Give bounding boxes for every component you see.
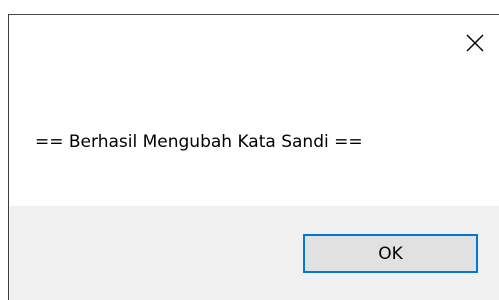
message-dialog: == Berhasil Mengubah Kata Sandi == OK	[0, 0, 499, 300]
close-icon	[466, 34, 484, 52]
close-button[interactable]	[458, 26, 492, 60]
dialog-message: == Berhasil Mengubah Kata Sandi ==	[35, 132, 363, 152]
ok-button[interactable]: OK	[303, 234, 478, 273]
dialog-top-border	[8, 14, 499, 15]
dialog-footer: OK	[9, 206, 499, 300]
